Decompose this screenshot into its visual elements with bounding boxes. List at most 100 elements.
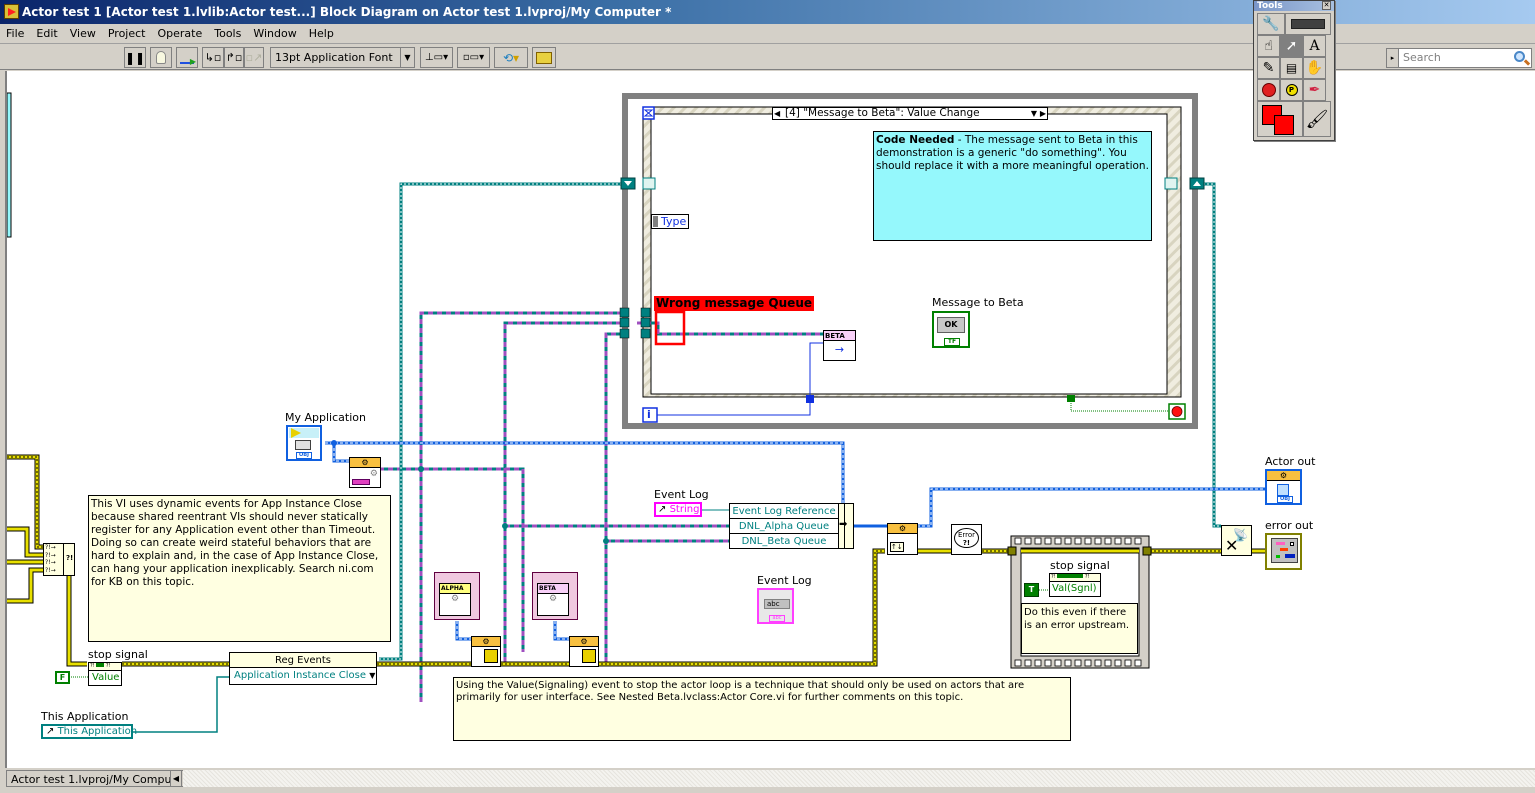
actor-out-indicator[interactable]: ⚙ OBJ [1265,469,1302,505]
tunnel[interactable] [806,395,814,403]
event-log-string-constant[interactable]: ↗ String [654,502,702,517]
step-out-button[interactable]: ▫↗ [244,47,264,68]
error-upstream-comment[interactable]: Do this even if there is an error upstre… [1021,603,1138,654]
close-icon[interactable]: ✕ [1322,1,1331,10]
distribute-objects-button[interactable]: ▫▭▾ [457,47,490,68]
get-color-icon[interactable]: ✒ [1303,79,1326,101]
search-options-icon[interactable]: ▸ [1387,49,1399,67]
obtain-queue-node[interactable]: ⚙ ⚙ [349,457,381,488]
align-objects-button[interactable]: ⊥▭▾ [420,47,453,68]
my-application-control[interactable]: OBJ [286,425,322,461]
menu-view[interactable]: View [64,24,102,44]
dynamic-event-terminal-left[interactable] [642,177,656,190]
launch-vi-icon [582,649,596,663]
paintbrush-icon[interactable]: 🖌 [1303,101,1331,137]
scroll-window-icon[interactable]: ✋ [1303,57,1326,79]
tunnel[interactable] [640,307,651,318]
bundle-item-beta-queue[interactable]: DNL_Beta Queue [730,534,838,549]
read-self-enqueuer-node[interactable]: ⚙ ↑↓ [887,523,918,555]
menu-operate[interactable]: Operate [151,24,208,44]
stop-signal-property-node[interactable]: ?! ?! Value [88,662,122,686]
stop-signal-signaling-node[interactable]: ?! ?! Val(Sgnl) [1049,573,1101,597]
event-data-node-type[interactable]: Type [651,214,689,229]
register-for-events-node[interactable]: Reg Events Application Instance Close ▼ [229,652,377,685]
probe-icon[interactable]: P [1280,79,1303,101]
bundle-by-name-node[interactable]: Event Log Reference DNL_Alpha Queue DNL_… [729,503,854,549]
reorder-button[interactable]: ⟲▾ [494,47,528,68]
search-icon[interactable] [1514,51,1525,62]
tools-palette-title[interactable]: Tools ✕ [1254,1,1334,11]
tunnel[interactable] [619,317,630,328]
font-select[interactable]: 13pt Application Font ▼ [270,47,415,68]
alpha-class-constant[interactable]: ALPHA ⚙ [434,572,480,620]
beta-class-constant[interactable]: BETA ⚙ [532,572,578,620]
tunnel[interactable] [640,328,651,339]
launch-beta-actor-node[interactable]: ⚙ [569,636,599,667]
step-into-button[interactable]: ↳▫ [202,47,224,68]
menu-file[interactable]: File [0,24,30,44]
horizontal-scrollbar[interactable] [183,770,1535,787]
connect-wire-icon[interactable]: ✎ [1257,57,1280,79]
code-needed-comment[interactable]: Code Needed - The message sent to Beta i… [873,131,1152,241]
message-to-beta-terminal[interactable]: OK TF [932,311,970,348]
merge-errors-node[interactable]: ?!→ ?!→ ?!→ ?!→ ?! [43,543,75,576]
decrement-case-icon[interactable]: ◀ [774,108,780,119]
vi-server-banner [289,428,319,438]
obj-tag: OBJ [1277,496,1293,503]
error-out-indicator[interactable] [1265,533,1302,570]
menu-edit[interactable]: Edit [30,24,63,44]
scroll-left-icon[interactable]: ◀ [170,770,182,787]
highlight-execution-button[interactable] [150,47,172,68]
stop-signal2-label: stop signal [1050,559,1110,572]
tunnel[interactable] [619,307,630,318]
send-message-to-beta-node[interactable]: BETA → [823,330,856,361]
menu-tools[interactable]: Tools [208,24,247,44]
increment-case-icon[interactable]: ▶ [1040,108,1046,119]
this-application-constant[interactable]: ↗ This Application [41,724,137,739]
auto-tool-icon[interactable]: 🔧 [1257,13,1285,35]
false-constant[interactable]: F [55,671,70,684]
step-over-button[interactable]: ↱▫ [224,47,244,68]
object-shortcut-menu-icon[interactable]: ▤ [1280,57,1303,79]
pause-button[interactable]: ❚❚ [124,47,146,68]
merge-errors-inputs: ?!→ ?!→ ?!→ ?!→ [44,544,64,575]
set-color-icon[interactable] [1257,101,1303,137]
launch-alpha-actor-node[interactable]: ⚙ [471,636,501,667]
event-case-selector[interactable]: ◀ [4] "Message to Beta": Value Change ▼ … [772,107,1048,120]
chevron-down-icon[interactable]: ▼ [1031,108,1037,119]
value-signaling-comment[interactable]: Using the Value(Signaling) event to stop… [453,677,1071,741]
tools-palette[interactable]: Tools ✕ 🔧 ☝ ➚ A ✎ ▤ ✋ P ✒ 🖌 [1253,0,1335,141]
sequence-tunnel[interactable] [1142,546,1152,556]
tunnel[interactable] [1067,395,1075,402]
position-select-icon[interactable]: ➚ [1280,35,1303,57]
operate-value-icon[interactable]: ☝ [1257,35,1280,57]
context-indicator[interactable]: Actor test 1.lvproj/My Computer [6,770,193,787]
edit-text-icon[interactable]: A [1303,35,1326,57]
boolean-tf-tag: TF [944,338,960,346]
breakpoint-icon[interactable] [1257,79,1280,101]
search-input[interactable]: Search [1403,51,1441,64]
menu-window[interactable]: Window [247,24,302,44]
event-data-type-label: Type [661,215,687,228]
clean-up-diagram-button[interactable] [532,47,556,68]
menu-help[interactable]: Help [303,24,340,44]
clear-errors-node[interactable]: Error?! [951,524,982,555]
chevron-down-icon[interactable]: ▼ [369,671,375,680]
block-diagram-canvas[interactable]: ◀ [4] "Message to Beta": Value Change ▼ … [6,71,1535,768]
automatic-tool-selection-toggle[interactable] [1285,13,1331,35]
tunnel[interactable] [619,328,630,339]
retain-wire-values-button[interactable]: ▶ [176,47,198,68]
dynamic-event-terminal-right[interactable] [1164,177,1178,190]
bundle-item-alpha-queue[interactable]: DNL_Alpha Queue [730,519,838,534]
unregister-for-events-node[interactable]: ✕ 📡 [1221,525,1252,556]
menu-project[interactable]: Project [102,24,152,44]
event-data-handle[interactable] [653,216,658,227]
tunnel[interactable] [640,317,651,328]
event-log-indicator[interactable]: abc abc [757,588,794,624]
true-constant[interactable]: T [1024,583,1039,597]
search-box[interactable]: ▸ Search [1386,48,1532,68]
sequence-tunnel[interactable] [1007,546,1017,556]
reg-events-event[interactable]: Application Instance Close ▼ [230,668,376,683]
dynamic-events-comment[interactable]: This VI uses dynamic events for App Inst… [88,495,391,642]
bundle-item-event-log-reference[interactable]: Event Log Reference [730,504,838,519]
